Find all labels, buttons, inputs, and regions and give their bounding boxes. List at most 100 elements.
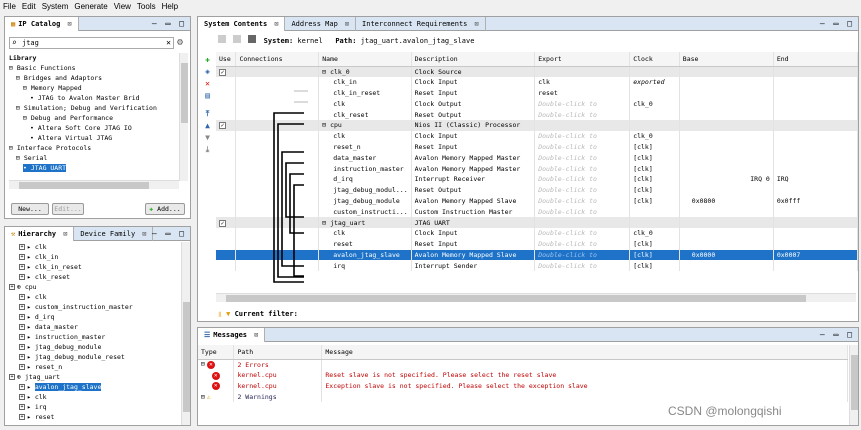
base-cell[interactable] xyxy=(679,76,774,88)
search-input[interactable]: jtag xyxy=(22,38,39,48)
name-cell[interactable]: d_irq xyxy=(318,173,412,185)
tab-messages[interactable]: ☰ Messages ⊠ xyxy=(198,327,266,342)
menu-item[interactable]: Edit xyxy=(22,0,36,13)
tab-system-0[interactable]: System Contents ⊠ xyxy=(198,16,286,31)
window-controls[interactable]: – ▭ □ xyxy=(152,227,186,241)
export-cell[interactable]: Double-click to xyxy=(534,141,631,153)
desc-cell[interactable]: Nios II (Classic) Processor xyxy=(411,119,536,131)
expand-icon[interactable]: + xyxy=(19,414,25,420)
hierarchy-item[interactable]: + ▸ jtag_debug_module xyxy=(19,342,101,352)
hierarchy-item[interactable]: + ⊕ cpu xyxy=(9,282,37,292)
clock-cell[interactable]: [clk] xyxy=(629,173,680,185)
tab-system-2[interactable]: Interconnect Requirements ⊠ xyxy=(356,16,486,31)
message-row[interactable]: ✕ kernel.cpu Reset slave is not specified.… xyxy=(198,369,848,381)
tab-ip-catalog[interactable]: ▦ IP Catalog ⊠ xyxy=(5,16,79,31)
desc-cell[interactable]: Reset Input xyxy=(411,238,536,250)
clock-cell[interactable]: [clk] xyxy=(629,141,680,153)
export-cell[interactable]: Double-click to xyxy=(534,238,631,250)
clock-cell[interactable]: [clk] xyxy=(629,249,680,261)
desc-cell[interactable]: Clock Output xyxy=(411,98,536,110)
end-cell[interactable]: IRQ xyxy=(773,173,859,185)
end-cell[interactable] xyxy=(773,109,859,120)
window-controls[interactable]: – ▭ □ xyxy=(820,17,854,31)
add-button[interactable]: ✚ Add... xyxy=(145,203,185,215)
column-header[interactable]: Path xyxy=(233,345,323,360)
window-controls[interactable]: – ▭ □ xyxy=(820,328,854,342)
clock-cell[interactable]: [clk] xyxy=(629,152,680,164)
close-icon[interactable]: ⊠ xyxy=(274,17,278,31)
use-cell[interactable]: ✓ xyxy=(216,119,237,131)
column-header[interactable]: Export xyxy=(534,52,631,67)
clock-cell[interactable] xyxy=(629,87,680,99)
use-cell[interactable] xyxy=(216,249,237,261)
close-icon[interactable]: ⊠ xyxy=(67,17,71,31)
end-cell[interactable] xyxy=(773,76,859,88)
end-cell[interactable] xyxy=(773,260,859,272)
use-checkbox[interactable]: ✓ xyxy=(219,68,226,76)
table-row[interactable]: ✓ ⊟ clk_0 Clock Source xyxy=(216,66,859,77)
catalog-tree-item[interactable]: Library xyxy=(9,53,36,63)
use-cell[interactable] xyxy=(216,98,237,110)
collapse-icon[interactable] xyxy=(218,35,226,43)
expand-icon[interactable]: + xyxy=(19,334,25,340)
clock-cell[interactable]: clk_0 xyxy=(629,130,680,142)
use-cell[interactable] xyxy=(216,227,237,239)
collapse-icon[interactable]: ⊟ xyxy=(201,360,205,368)
desc-cell[interactable]: Reset Output xyxy=(411,184,536,196)
menu-item[interactable]: File xyxy=(3,0,16,13)
end-cell[interactable] xyxy=(773,66,859,77)
clock-cell[interactable]: [clk] xyxy=(629,260,680,272)
name-cell[interactable]: clk_in_reset xyxy=(318,87,412,99)
end-cell[interactable] xyxy=(773,163,859,174)
base-cell[interactable] xyxy=(679,217,774,228)
end-cell[interactable] xyxy=(773,119,859,131)
export-cell[interactable]: reset xyxy=(534,87,631,99)
expand-icon[interactable]: + xyxy=(19,344,25,350)
export-cell[interactable]: Double-click to xyxy=(534,195,631,207)
collapse-icon[interactable]: ⊟ xyxy=(201,393,205,401)
hierarchy-item[interactable]: + ▸ irq xyxy=(19,402,47,412)
use-cell[interactable] xyxy=(216,163,237,174)
clock-cell[interactable] xyxy=(629,66,680,77)
window-controls[interactable]: – ▭ □ xyxy=(152,17,186,31)
column-header[interactable]: Clock xyxy=(629,52,680,67)
gear-icon[interactable]: ⚙ xyxy=(177,37,188,49)
close-icon[interactable]: ⊠ xyxy=(63,227,67,241)
name-cell[interactable]: data_master xyxy=(318,152,412,164)
name-cell[interactable]: jtag_debug_module xyxy=(318,195,412,207)
hierarchy-item[interactable]: + ▸ data_master xyxy=(19,322,78,332)
column-header[interactable]: Type xyxy=(198,345,235,360)
hierarchy-item[interactable]: + ▸ reset_n xyxy=(19,362,62,372)
clock-cell[interactable]: clk_0 xyxy=(629,98,680,110)
base-cell[interactable] xyxy=(679,206,774,218)
desc-cell[interactable]: Clock Input xyxy=(411,227,536,239)
hierarchy-item[interactable]: + ▸ clk xyxy=(19,292,47,302)
clock-cell[interactable] xyxy=(629,217,680,228)
search-field[interactable]: ⌕ jtag ✕ xyxy=(9,37,174,49)
catalog-tree-item[interactable]: • Altera Virtual JTAG xyxy=(30,133,112,143)
expand-icon[interactable]: + xyxy=(19,324,25,330)
expand-icon[interactable]: + xyxy=(9,374,15,380)
desc-cell[interactable]: Interrupt Receiver xyxy=(411,173,536,185)
column-header[interactable]: Connections xyxy=(235,52,320,67)
tab-hierarchy[interactable]: ⚒ Hierarchy ⊠ xyxy=(5,226,75,241)
menu-item[interactable]: Tools xyxy=(137,0,156,13)
tab-device-family[interactable]: Device Family ⊠ xyxy=(74,226,154,241)
end-cell[interactable]: 0x0007 xyxy=(773,249,859,261)
catalog-tree-item[interactable]: • JTAG UART xyxy=(23,163,67,173)
expand-icon[interactable]: + xyxy=(19,404,25,410)
base-cell[interactable] xyxy=(679,152,774,164)
expand-icon[interactable] xyxy=(233,35,242,43)
base-cell[interactable]: 0x0800 xyxy=(679,195,774,207)
export-cell[interactable]: Double-click to xyxy=(534,227,631,239)
end-cell[interactable] xyxy=(773,227,859,239)
connections-cell[interactable] xyxy=(235,66,320,77)
filter-funnel-icon[interactable]: ⫫ ▼ xyxy=(218,310,230,318)
move-bottom-icon[interactable]: ⤓ xyxy=(203,145,212,154)
catalog-tree-item[interactable]: ⊟ Serial xyxy=(16,153,47,163)
use-cell[interactable] xyxy=(216,152,237,164)
menu-item[interactable]: View xyxy=(114,0,131,13)
base-cell[interactable] xyxy=(679,163,774,174)
end-cell[interactable] xyxy=(773,152,859,164)
base-cell[interactable]: IRQ 0 xyxy=(679,173,774,185)
